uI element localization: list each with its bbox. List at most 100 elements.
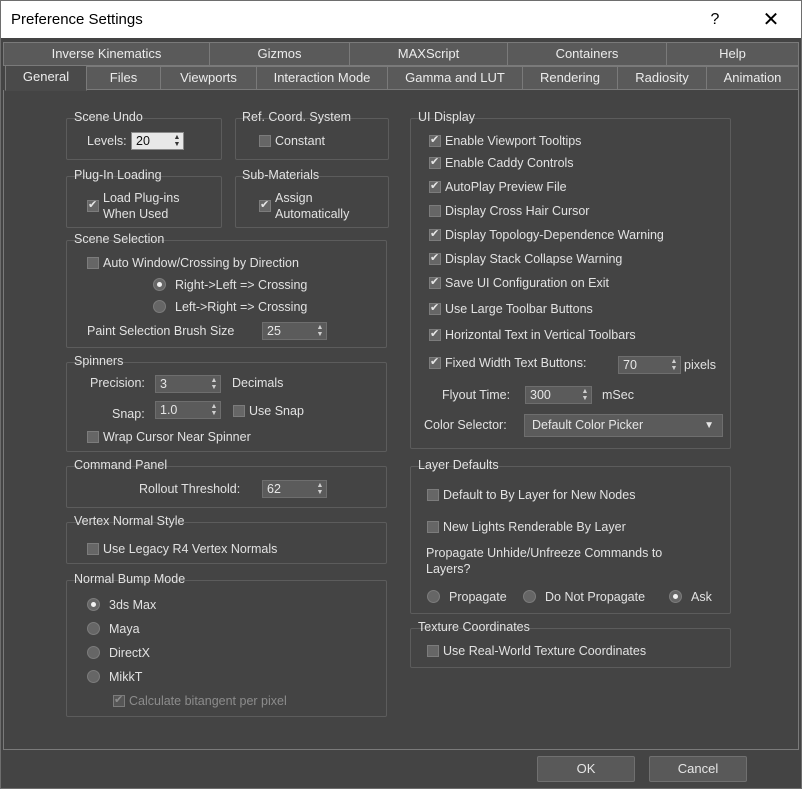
snap-spinner[interactable]: 1.0 ▲ ▼ — [155, 401, 221, 419]
preference-settings-window: Preference Settings ? ✕ Inverse Kinemati… — [0, 0, 802, 789]
rollout-threshold-label: Rollout Threshold: — [139, 482, 241, 496]
bump-3dsmax-radio[interactable] — [87, 598, 100, 611]
spinner-arrows-icon[interactable]: ▲ ▼ — [316, 324, 324, 338]
load-plugins-label-line1: Load Plug-ins — [103, 191, 180, 205]
paint-brush-size-spinner[interactable]: 25 ▲ ▼ — [262, 322, 327, 340]
tab-files[interactable]: Files — [86, 66, 161, 90]
topology-warning-checkbox[interactable] — [429, 227, 441, 241]
spinner-arrows-icon[interactable]: ▲ ▼ — [173, 134, 181, 148]
propagate-question-line1: Propagate Unhide/Unfreeze Commands to — [426, 546, 663, 560]
viewport-tooltips-label: Enable Viewport Tooltips — [445, 134, 582, 148]
horizontal-text-checkbox[interactable] — [429, 327, 441, 341]
propagate-question-line2: Layers? — [426, 562, 471, 576]
default-bylayer-checkbox[interactable] — [427, 489, 439, 501]
paint-brush-size-label: Paint Selection Brush Size — [87, 324, 235, 338]
tab-inverse-kinematics[interactable]: Inverse Kinematics — [3, 42, 210, 66]
tab-rendering[interactable]: Rendering — [522, 66, 618, 90]
dropdown-arrow-icon[interactable]: ▼ — [704, 415, 714, 436]
window-title: Preference Settings — [11, 11, 143, 28]
vertex-normal-title: Vertex Normal Style — [74, 514, 185, 528]
use-snap-label: Use Snap — [249, 404, 304, 418]
constant-label: Constant — [275, 134, 326, 148]
default-bylayer-label: Default to By Layer for New Nodes — [443, 488, 636, 502]
close-icon[interactable]: ✕ — [753, 7, 789, 33]
ask-label: Ask — [691, 590, 712, 604]
do-not-propagate-label: Do Not Propagate — [545, 590, 646, 604]
bitangent-checkbox[interactable] — [113, 693, 125, 707]
fixed-width-value: 70 — [623, 358, 637, 372]
use-snap-checkbox[interactable] — [233, 405, 245, 417]
bump-maya-radio[interactable] — [87, 622, 100, 635]
assign-label-line2: Automatically — [275, 207, 350, 221]
tab-animation[interactable]: Animation — [706, 66, 799, 90]
ask-radio[interactable] — [669, 590, 682, 603]
bump-mikkt-radio[interactable] — [87, 670, 100, 683]
assign-label-line1: Assign — [275, 191, 313, 205]
cross-hair-cursor-label: Display Cross Hair Cursor — [445, 204, 590, 218]
spinner-arrows-icon[interactable]: ▲ ▼ — [210, 403, 218, 417]
left-right-crossing-radio[interactable] — [153, 300, 166, 313]
levels-spinner[interactable]: 20 ▲ ▼ — [131, 132, 184, 150]
stack-collapse-warning-checkbox[interactable] — [429, 251, 441, 265]
right-left-crossing-radio[interactable] — [153, 278, 166, 291]
precision-spinner[interactable]: 3 ▲ ▼ — [155, 375, 221, 393]
tab-containers[interactable]: Containers — [507, 42, 667, 66]
real-world-coords-checkbox[interactable] — [427, 645, 439, 657]
do-not-propagate-radio[interactable] — [523, 590, 536, 603]
large-toolbar-buttons-checkbox[interactable] — [429, 301, 441, 315]
tab-radiosity[interactable]: Radiosity — [617, 66, 707, 90]
tab-gamma-and-lut[interactable]: Gamma and LUT — [387, 66, 523, 90]
cancel-button[interactable]: Cancel — [649, 756, 747, 782]
tab-interaction-mode[interactable]: Interaction Mode — [256, 66, 388, 90]
new-lights-renderable-checkbox[interactable] — [427, 521, 439, 533]
title-bar: Preference Settings ? ✕ — [1, 1, 801, 38]
bump-3dsmax-label: 3ds Max — [109, 598, 157, 612]
ok-button[interactable]: OK — [537, 756, 635, 782]
horizontal-text-label: Horizontal Text in Vertical Toolbars — [445, 328, 636, 342]
constant-checkbox[interactable] — [259, 135, 271, 147]
wrap-cursor-checkbox[interactable] — [87, 431, 99, 443]
bitangent-label: Calculate bitangent per pixel — [129, 694, 287, 708]
autoplay-preview-checkbox[interactable] — [429, 179, 441, 193]
wrap-cursor-label: Wrap Cursor Near Spinner — [103, 430, 251, 444]
flyout-time-label: Flyout Time: — [442, 388, 511, 402]
tab-maxscript[interactable]: MAXScript — [349, 42, 508, 66]
load-plugins-checkbox[interactable] — [87, 198, 99, 212]
spinner-arrows-icon[interactable]: ▲ ▼ — [210, 377, 218, 391]
legacy-vertex-normals-checkbox[interactable] — [87, 543, 99, 555]
tab-viewports[interactable]: Viewports — [160, 66, 257, 90]
auto-window-crossing-checkbox[interactable] — [87, 257, 99, 269]
real-world-coords-label: Use Real-World Texture Coordinates — [443, 644, 647, 658]
bump-directx-radio[interactable] — [87, 646, 100, 659]
tab-general[interactable]: General — [5, 65, 87, 91]
spinner-arrows-icon[interactable]: ▲ ▼ — [316, 482, 324, 496]
help-icon[interactable]: ? — [697, 7, 733, 33]
viewport-tooltips-checkbox[interactable] — [429, 133, 441, 147]
bump-maya-label: Maya — [109, 622, 140, 636]
paint-brush-size-value: 25 — [267, 324, 281, 338]
large-toolbar-buttons-label: Use Large Toolbar Buttons — [445, 302, 593, 316]
texture-coords-title: Texture Coordinates — [418, 620, 530, 634]
rollout-threshold-spinner[interactable]: 62 ▲ ▼ — [262, 480, 327, 498]
cross-hair-cursor-checkbox[interactable] — [429, 205, 441, 217]
spinner-arrows-icon[interactable]: ▲ ▼ — [670, 358, 678, 372]
snap-value: 1.0 — [160, 403, 178, 417]
color-selector-label: Color Selector: — [424, 418, 507, 432]
fixed-width-spinner[interactable]: 70 ▲ ▼ — [618, 356, 681, 374]
spinner-arrows-icon[interactable]: ▲ ▼ — [581, 388, 589, 402]
color-selector-dropdown[interactable]: Default Color Picker ▼ — [524, 414, 723, 437]
caddy-controls-checkbox[interactable] — [429, 155, 441, 169]
propagate-radio[interactable] — [427, 590, 440, 603]
assign-automatically-checkbox[interactable] — [259, 198, 271, 212]
tab-gizmos[interactable]: Gizmos — [209, 42, 350, 66]
save-ui-config-checkbox[interactable] — [429, 275, 441, 289]
msec-label: mSec — [602, 388, 634, 402]
flyout-time-spinner[interactable]: 300 ▲ ▼ — [525, 386, 592, 404]
propagate-label: Propagate — [449, 590, 507, 604]
tab-help[interactable]: Help — [666, 42, 799, 66]
flyout-time-value: 300 — [530, 388, 551, 402]
decimals-label: Decimals — [232, 376, 284, 390]
bump-mikkt-label: MikkT — [109, 670, 143, 684]
ui-display-title: UI Display — [418, 110, 475, 124]
fixed-width-text-checkbox[interactable] — [429, 355, 441, 369]
